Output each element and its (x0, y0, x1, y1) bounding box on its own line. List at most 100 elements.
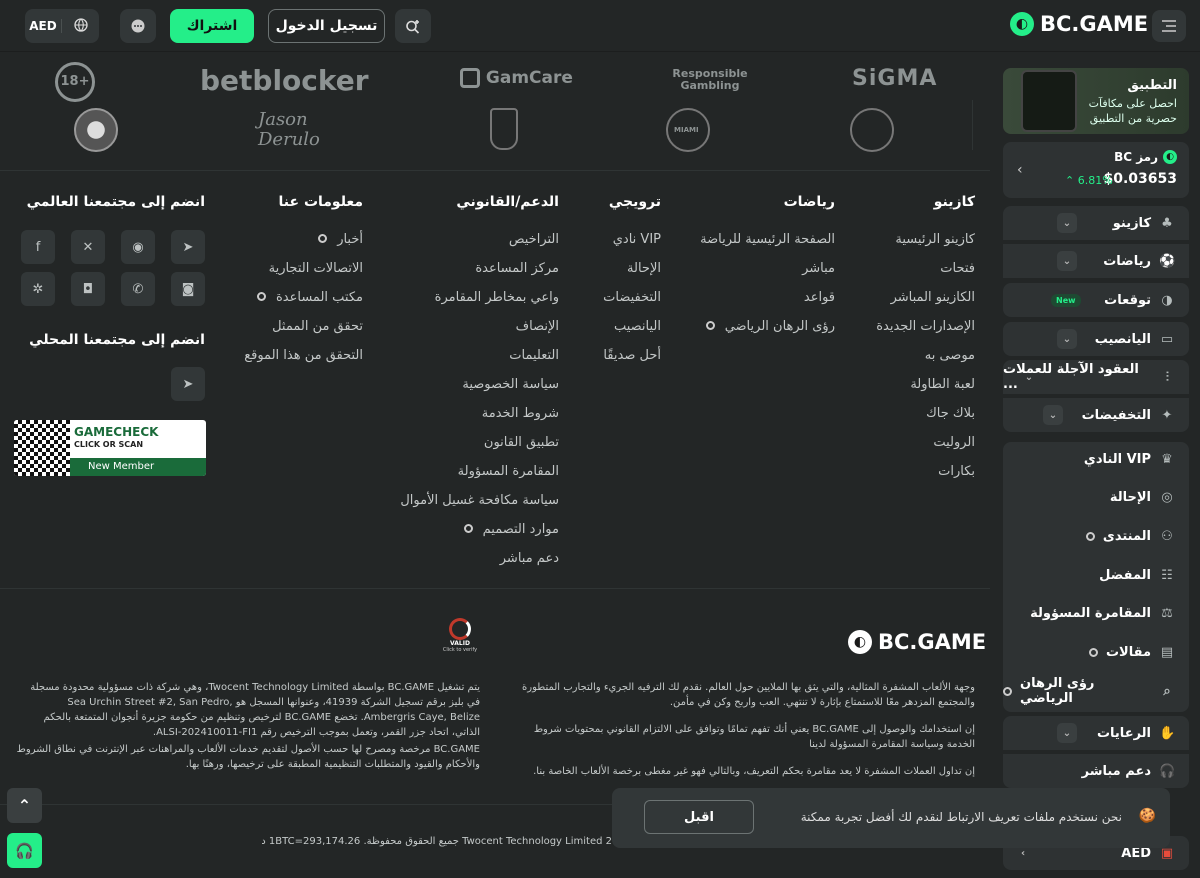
instagram-icon[interactable]: ◘ (71, 272, 105, 306)
footer-link[interactable]: رؤى الرهان الرياضي (705, 319, 835, 334)
leicester-city-logo[interactable] (850, 108, 894, 152)
football-club-logo[interactable] (74, 108, 118, 152)
footer-link[interactable]: اليانصيب (614, 319, 661, 334)
footer-link[interactable]: مباشر (802, 261, 835, 276)
footer-link[interactable]: تطبيق القانون (484, 435, 559, 450)
menu-toggle-button[interactable] (1152, 10, 1186, 42)
footer-link[interactable]: المقامرة المسؤولة (458, 464, 559, 479)
app-promo-card[interactable]: التطبيق احصل على مكافآت حصرية من التطبيق (1003, 68, 1189, 134)
footer-link[interactable]: مكتب المساعدة (256, 290, 363, 305)
sidebar-item-predictions[interactable]: New توقعات ◑ (1003, 283, 1189, 317)
footer-link[interactable]: فتحات (940, 261, 975, 276)
partner-betblocker[interactable]: betblocker (200, 64, 369, 97)
brand-logo[interactable]: ◐ BC.GAME (1010, 12, 1148, 36)
section-divider (0, 804, 612, 805)
footer-link[interactable]: الإصدارات الجديدة (876, 319, 975, 334)
footer-link[interactable]: الكازينو المباشر (891, 290, 975, 305)
footer-link[interactable]: شروط الخدمة (482, 406, 559, 421)
sidebar-item-live-support[interactable]: دعم مباشر 🎧 (1003, 754, 1189, 788)
partner-gamcare[interactable]: GamCare (460, 68, 573, 88)
sidebar-item-sponsorships[interactable]: ⌄ الرعايات ✋ (1003, 716, 1189, 750)
bitcointalk-icon[interactable]: ✲ (21, 272, 55, 306)
footer-link[interactable]: الإحالة (627, 261, 661, 276)
license-paragraph-2: BC.GAME مرخصة ومصرح لها حسب الأصول لتقدي… (16, 744, 480, 770)
footer-link[interactable]: الإنصاف (516, 319, 559, 334)
scroll-top-button[interactable]: ⌃ (7, 788, 42, 823)
footer-link[interactable]: الاتصالات التجارية (269, 261, 363, 276)
sidebar-item-referral[interactable]: الإحالة ◎ (1003, 480, 1189, 514)
sidebar-item-label: كازينو (1112, 215, 1151, 231)
footer-link[interactable]: أحل صديقًا (603, 348, 661, 363)
sidebar-item-forum[interactable]: المنتدى ⚇ (1003, 519, 1189, 553)
sidebar-item-casino[interactable]: ⌄ كازينو ♣ (1003, 206, 1189, 240)
partner-responsible-gambling[interactable]: Responsible Gambling (672, 68, 748, 92)
sidebar-item-insights[interactable]: رؤى الرهان الرياضي ⌕ (1003, 674, 1189, 708)
footer-link[interactable]: قواعد (804, 290, 835, 305)
footer-link[interactable]: الروليت (933, 435, 975, 450)
search-button[interactable] (395, 9, 431, 43)
sidebar-item-lottery[interactable]: ⌄ اليانصيب ▭ (1003, 322, 1189, 356)
chevron-left-icon[interactable]: ‹ (1017, 162, 1023, 178)
about-paragraph-2: إن استخدامك والوصول إلى BC.GAME يعني أنك… (533, 724, 975, 750)
footer-link[interactable]: موصى به (925, 348, 975, 363)
footer-link[interactable]: التخفيضات (603, 290, 661, 305)
github-icon[interactable]: ◉ (121, 230, 155, 264)
footer-link[interactable]: كازينو الرئيسية (895, 232, 975, 247)
footer-link[interactable]: التراخيص (509, 232, 559, 247)
footer-link[interactable]: واعي بمخاطر المقامرة (435, 290, 559, 305)
footer-brand-logo[interactable]: ◐ BC.GAME (848, 630, 986, 654)
partner-sigma[interactable]: SiGMA (852, 66, 937, 91)
partner-18-plus[interactable]: 18+ (55, 62, 95, 102)
footer-link[interactable]: لعبة الطاولة (910, 377, 975, 392)
support-chat-button[interactable]: 🎧 (7, 833, 42, 868)
chevron-down-icon[interactable]: ⌄ (1019, 367, 1039, 387)
footer-link[interactable]: التحقق من هذا الموقع (244, 348, 363, 363)
chevron-down-icon[interactable]: ⌄ (1057, 329, 1077, 349)
telegram-icon[interactable]: ➤ (171, 230, 205, 264)
login-button[interactable]: تسجيل الدخول (268, 9, 385, 43)
footer-link[interactable]: بكارات (938, 464, 975, 479)
footer-link[interactable]: تحقق من الممثل (272, 319, 363, 334)
currency-language-button[interactable]: AED (25, 9, 99, 43)
footer-link[interactable]: سياسة الخصوصية (462, 377, 559, 392)
bc-token-card[interactable]: ◐ رمز BC $0.03653 ⌃ 6.81% ‹ (1003, 142, 1189, 198)
chevron-down-icon[interactable]: ⌄ (1057, 723, 1077, 743)
sidebar-item-label: اليانصيب (1094, 331, 1151, 347)
brand-name: BC.GAME (1040, 12, 1149, 36)
footer-link[interactable]: الصفحة الرئيسية للرياضة (700, 232, 835, 247)
chevron-down-icon[interactable]: ⌄ (1057, 251, 1077, 271)
sidebar-item-favorites[interactable]: المفضل ☷ (1003, 558, 1189, 592)
jason-derulo-signature[interactable]: Jason Derulo (258, 110, 348, 150)
discord-icon[interactable]: ◙ (171, 272, 205, 306)
about-paragraph-1: وجهة الألعاب المشفرة المثالية، والتي يثق… (522, 682, 975, 708)
token-price: $0.03653 (1103, 171, 1177, 187)
sidebar-item-responsible[interactable]: المقامرة المسؤولة ⚖ (1003, 596, 1189, 630)
footer-link[interactable]: التعليمات (509, 348, 559, 363)
sidebar-item-sports[interactable]: ⌄ رياضات ⚽ (1003, 244, 1189, 278)
x-twitter-icon[interactable]: ✕ (71, 230, 105, 264)
whatsapp-icon[interactable]: ✆ (121, 272, 155, 306)
chat-button[interactable] (120, 9, 156, 43)
signup-button[interactable]: اشتراك (170, 9, 254, 43)
external-link-icon (1003, 686, 1012, 696)
footer-link[interactable]: موارد التصميم (463, 522, 559, 537)
footer-link[interactable]: بلاك جاك (926, 406, 975, 421)
sidebar-item-promotions[interactable]: ⌄ التخفيضات ✦ (1003, 398, 1189, 432)
accept-cookies-button[interactable]: اقبل (644, 800, 754, 834)
club-crest-logo[interactable] (490, 108, 518, 150)
footer-link[interactable]: نادي VIP (613, 232, 661, 247)
sidebar-item-articles[interactable]: مقالات ▤ (1003, 635, 1189, 669)
footer-link[interactable]: دعم مباشر (500, 551, 559, 566)
footer-link[interactable]: سياسة مكافحة غسيل الأموال (400, 493, 559, 508)
gamecheck-badge[interactable]: GAMECHECK CLICK OR SCAN New Member (14, 420, 206, 476)
chevron-down-icon[interactable]: ⌄ (1043, 405, 1063, 425)
license-badge[interactable]: VALID Click to verify (442, 618, 478, 653)
sidebar-item-futures[interactable]: ⌄ العقود الآجلة للعملات ... ⫶ (1003, 360, 1189, 394)
facebook-icon[interactable]: f (21, 230, 55, 264)
sidebar-item-vip[interactable]: النادي VIP ♛ (1003, 442, 1189, 476)
footer-link[interactable]: أخبار (318, 232, 363, 247)
chevron-down-icon[interactable]: ⌄ (1057, 213, 1077, 233)
footer-link[interactable]: مركز المساعدة (475, 261, 559, 276)
cookie-message: نحن نستخدم ملفات تعريف الارتباط لنقدم لك… (800, 810, 1122, 824)
telegram-local-icon[interactable]: ➤ (171, 367, 205, 401)
